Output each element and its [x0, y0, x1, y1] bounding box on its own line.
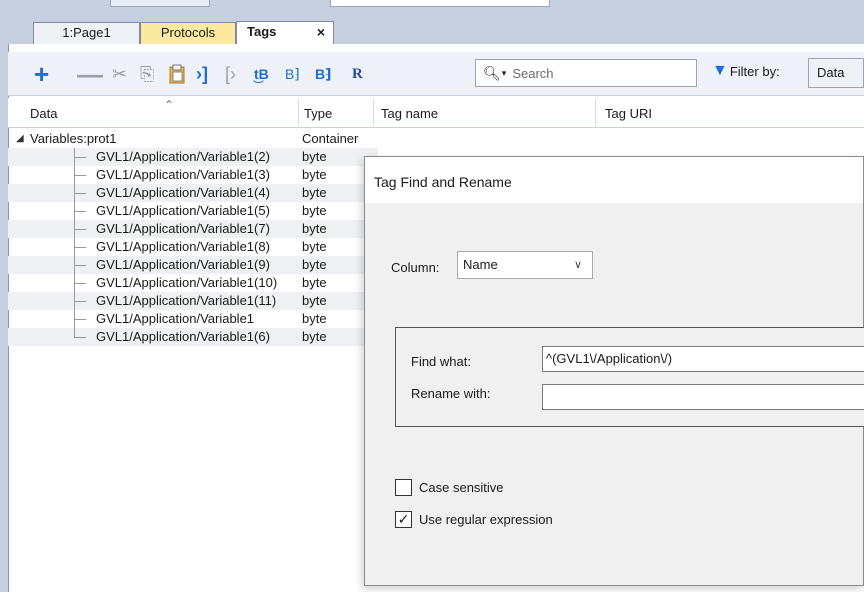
grid-header: ⌃ Data Type Tag name Tag URI — [8, 98, 864, 128]
column-header-type[interactable]: Type — [304, 106, 332, 121]
remove-icon[interactable]: — — [77, 59, 103, 89]
column-label: Column: — [391, 260, 440, 275]
column-separator[interactable] — [595, 98, 596, 128]
column-header-tag-name[interactable]: Tag name — [381, 106, 438, 121]
tab-tags[interactable]: Tags × — [236, 21, 334, 45]
row-name: GVL1/Application/Variable1(8) — [96, 239, 270, 254]
find-what-input[interactable]: ^(GVL1\/Application\/) — [542, 346, 864, 372]
rename-with-input[interactable] — [542, 384, 864, 410]
row-type: byte — [302, 149, 327, 164]
column-select-value: Name — [463, 257, 498, 272]
row-name: GVL1/Application/Variable1(3) — [96, 167, 270, 182]
tag-browse-icon[interactable]: t͜B — [254, 62, 269, 86]
row-name: GVL1/Application/Variable1(6) — [96, 329, 270, 344]
import-icon[interactable]: ›] — [196, 62, 208, 86]
add-icon[interactable]: + — [34, 59, 49, 89]
row-name: GVL1/Application/Variable1(2) — [96, 149, 270, 164]
row-name: GVL1/Application/Variable1(11) — [96, 293, 277, 308]
row-type: byte — [302, 311, 327, 326]
row-type: Container — [302, 131, 359, 146]
table-row[interactable]: GVL1/Application/Variable1(3) byte — [8, 166, 378, 184]
table-row[interactable]: GVL1/Application/Variable1 byte — [8, 310, 378, 328]
row-type: byte — [302, 203, 327, 218]
row-name: GVL1/Application/Variable1 — [96, 311, 255, 326]
case-sensitive-checkbox[interactable] — [395, 479, 412, 496]
export-icon[interactable]: [› — [225, 62, 236, 86]
row-name: Variables:prot1 — [30, 131, 117, 146]
row-type: byte — [302, 185, 327, 200]
row-name: GVL1/Application/Variable1(4) — [96, 185, 270, 200]
table-row[interactable]: GVL1/Application/Variable1(10) byte — [8, 274, 378, 292]
chevron-down-icon[interactable]: ∨ — [574, 252, 582, 278]
top-control-1 — [110, 0, 210, 7]
table-row[interactable]: GVL1/Application/Variable1(9) byte — [8, 256, 378, 274]
rename-with-label: Rename with: — [411, 386, 491, 401]
table-row[interactable]: GVL1/Application/Variable1(2) byte — [8, 148, 378, 166]
paste-icon[interactable] — [168, 62, 186, 86]
row-name: GVL1/Application/Variable1(5) — [96, 203, 270, 218]
table-row[interactable]: GVL1/Application/Variable1(7) byte — [8, 220, 378, 238]
table-row[interactable]: GVL1/Application/Variable1(11) byte — [8, 292, 378, 310]
dialog-title: Tag Find and Rename — [365, 157, 863, 203]
tree-parent-row[interactable]: ◢ Variables:prot1 Container — [8, 130, 378, 148]
column-header-tag-uri[interactable]: Tag URI — [605, 106, 652, 121]
table-row[interactable]: GVL1/Application/Variable1(8) byte — [8, 238, 378, 256]
row-type: byte — [302, 329, 327, 344]
row-type: byte — [302, 293, 327, 308]
sort-ascending-icon[interactable]: ⌃ — [164, 98, 174, 112]
row-name: GVL1/Application/Variable1(7) — [96, 221, 270, 236]
cut-icon[interactable]: ✂ — [112, 62, 127, 86]
copy-icon[interactable]: ⎘ — [140, 62, 154, 86]
find-what-label: Find what: — [411, 354, 471, 369]
use-regex-checkbox[interactable]: ✓ — [395, 511, 412, 528]
row-name: GVL1/Application/Variable1(10) — [96, 275, 278, 290]
use-regex-label[interactable]: Use regular expression — [419, 512, 553, 527]
table-row[interactable]: GVL1/Application/Variable1(5) byte — [8, 202, 378, 220]
row-name: GVL1/Application/Variable1(9) — [96, 257, 270, 272]
filter-by[interactable]: ▼ Filter by: — [712, 62, 780, 80]
checkmark-icon: ✓ — [397, 511, 410, 527]
row-type: byte — [302, 167, 327, 182]
tag-rename-icon[interactable]: B⁆ — [315, 62, 332, 86]
left-border — [0, 44, 8, 592]
top-control-2 — [330, 0, 550, 7]
chevron-down-icon[interactable]: ▾ — [502, 68, 507, 79]
search-input[interactable]: 🔍︎ ▾ Search — [475, 59, 697, 87]
filter-select[interactable]: Data — [808, 58, 864, 88]
filter-label: Filter by: — [729, 63, 780, 79]
column-header-data[interactable]: Data — [30, 106, 57, 121]
tab-protocols[interactable]: Protocols — [140, 22, 236, 44]
close-tab-icon[interactable]: × — [317, 22, 325, 42]
tag-import-icon[interactable]: B⁆ — [285, 62, 300, 86]
tag-find-rename-dialog: Tag Find and Rename Column: Name ∨ Find … — [364, 156, 864, 586]
r-icon[interactable]: R — [352, 62, 363, 86]
funnel-icon: ▼ — [712, 62, 728, 79]
find-rename-group: Find what: ^(GVL1\/Application\/) Rename… — [395, 327, 864, 427]
tags-tree: ◢ Variables:prot1 Container GVL1/Applica… — [8, 130, 378, 346]
case-sensitive-label[interactable]: Case sensitive — [419, 480, 504, 495]
column-separator[interactable] — [373, 98, 374, 128]
row-type: byte — [302, 257, 327, 272]
search-icon[interactable]: 🔍︎ — [483, 65, 501, 82]
tab-page1[interactable]: 1:Page1 — [33, 22, 140, 44]
expand-arrow-icon[interactable]: ◢ — [16, 130, 24, 148]
table-row[interactable]: GVL1/Application/Variable1(6) byte — [8, 328, 378, 346]
table-row[interactable]: GVL1/Application/Variable1(4) byte — [8, 184, 378, 202]
search-placeholder: Search — [512, 65, 554, 81]
row-type: byte — [302, 239, 327, 254]
column-select[interactable]: Name ∨ — [457, 251, 593, 279]
tab-tags-label: Tags — [247, 24, 277, 39]
document-tabs: 1:Page1 Protocols Tags × — [0, 18, 864, 45]
window-top-strip — [0, 0, 864, 18]
row-type: byte — [302, 275, 327, 290]
column-separator[interactable] — [298, 98, 299, 128]
row-type: byte — [302, 221, 327, 236]
